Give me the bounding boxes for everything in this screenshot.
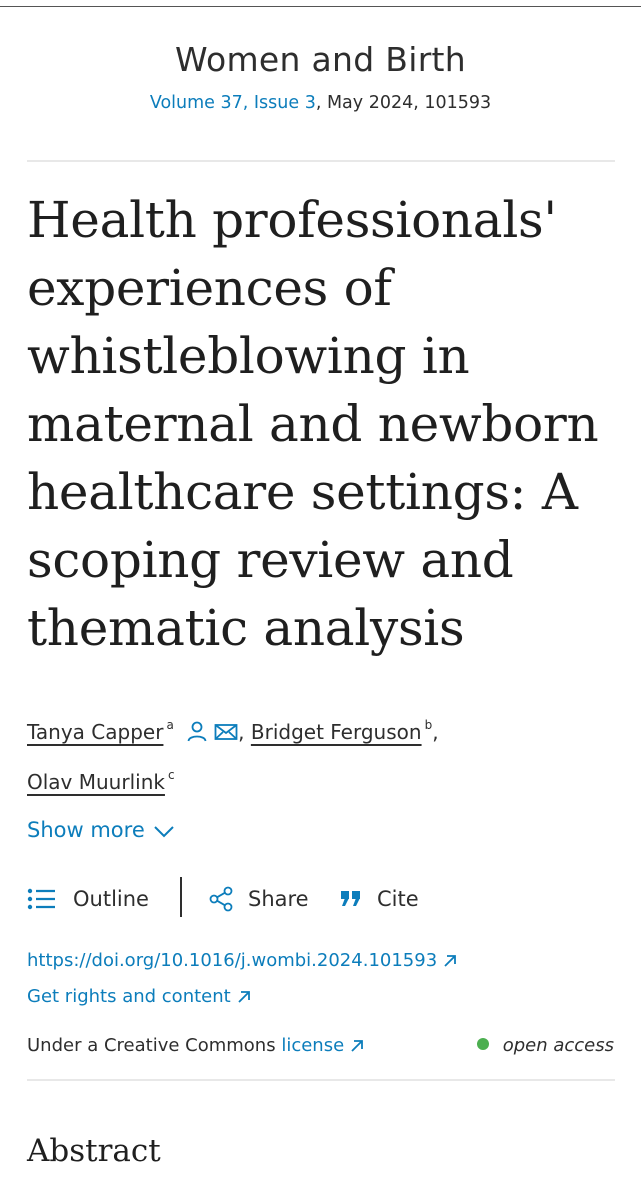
show-more-label: Show more [27, 818, 145, 842]
volume-issue-link[interactable]: Volume 37, Issue 3 [150, 93, 316, 113]
outline-label: Outline [73, 887, 149, 911]
issue-line: Volume 37, Issue 3, May 2024, 101593 [0, 93, 641, 113]
chevron-down-icon [154, 826, 174, 838]
author-tanya-capper[interactable]: Tanya Capper [27, 720, 163, 744]
author-profile-icon[interactable] [186, 715, 208, 755]
author-bridget-ferguson[interactable]: Bridget Ferguson [251, 720, 422, 744]
author-list: Tanya Capper a , Bridget Ferguson b, Olav … [27, 705, 617, 802]
author-separator: , [432, 720, 439, 744]
open-access-dot-icon [476, 1038, 489, 1050]
rights-text: Get rights and content [27, 986, 231, 1007]
outline-button[interactable]: Outline [27, 877, 149, 921]
cite-label: Cite [377, 887, 419, 911]
open-access-badge: open access [476, 1035, 614, 1056]
cite-button[interactable]: Cite [339, 877, 419, 921]
article-title: Health professionals' experiences of whi… [27, 191, 599, 657]
license-link[interactable]: license [281, 1035, 344, 1056]
open-access-label: open access [502, 1035, 614, 1056]
abstract-divider [27, 1079, 615, 1081]
top-divider [0, 6, 641, 7]
issue-date: , May 2024, 101593 [315, 93, 492, 113]
external-link-icon [238, 991, 250, 1003]
author-separator: , [238, 720, 251, 744]
affiliation-c[interactable]: c [168, 768, 175, 782]
external-link-icon [444, 955, 457, 967]
header-divider [27, 160, 615, 162]
share-button[interactable]: Share [208, 877, 309, 921]
outline-list-icon [27, 888, 55, 910]
email-icon[interactable] [214, 715, 238, 755]
article-toolbar: Outline Share Cite [27, 877, 627, 921]
external-link-icon[interactable] [350, 1039, 364, 1053]
rights-link[interactable]: Get rights and content [27, 986, 251, 1007]
license-prefix: Under a Creative Commons [27, 1035, 282, 1056]
journal-title[interactable]: Women and Birth [0, 40, 641, 79]
share-label: Share [248, 887, 309, 911]
doi-link[interactable]: https://doi.org/10.1016/j.wombi.2024.101… [27, 950, 457, 971]
share-icon [209, 886, 233, 912]
doi-text: https://doi.org/10.1016/j.wombi.2024.101… [27, 950, 438, 971]
author-olav-muurlink[interactable]: Olav Muurlink [27, 770, 165, 794]
toolbar-divider [180, 877, 182, 917]
show-more-button[interactable]: Show more [27, 818, 175, 842]
abstract-heading: Abstract [27, 1133, 161, 1169]
affiliation-a[interactable]: a [166, 718, 173, 732]
quote-icon [341, 891, 360, 906]
license-line: Under a Creative Commons license [27, 1035, 364, 1056]
